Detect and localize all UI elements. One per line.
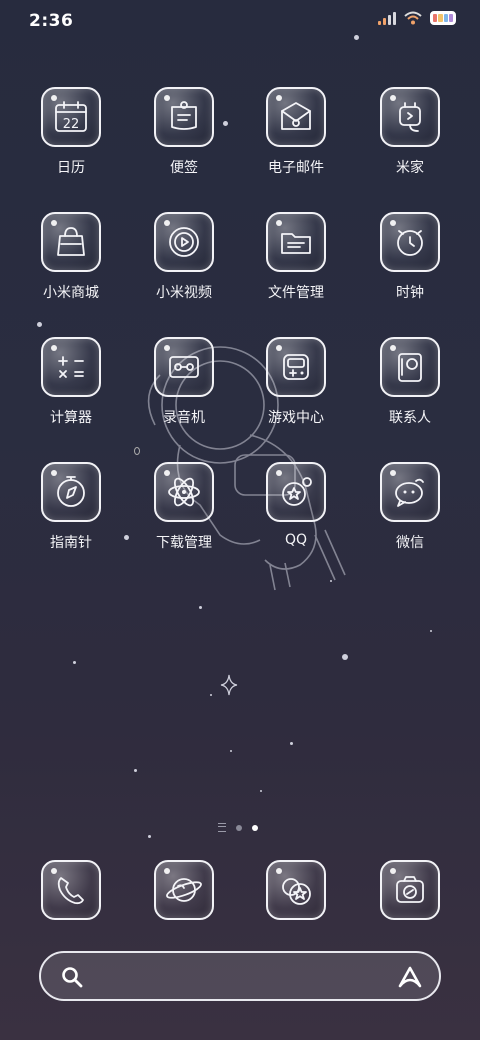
app-atom[interactable]: 下载管理 — [134, 462, 234, 562]
voice-assistant-icon[interactable] — [397, 965, 423, 989]
app-label: 小米视频 — [156, 285, 212, 301]
app-email[interactable]: 电子邮件 — [246, 87, 346, 187]
page-indicator[interactable] — [218, 823, 258, 832]
qq-icon — [266, 462, 326, 522]
app-qq[interactable]: QQ — [246, 462, 346, 562]
app-chat-bubbles[interactable]: 微信 — [360, 462, 460, 562]
app-label: 日历 — [57, 160, 85, 176]
page-indicator-feed — [218, 823, 226, 832]
app-alarm-clock[interactable]: 时钟 — [360, 212, 460, 312]
planet-browser-icon — [154, 860, 214, 920]
battery-icon — [430, 11, 456, 25]
app-label: 录音机 — [163, 410, 205, 426]
app-label: 时钟 — [396, 285, 424, 301]
app-cassette[interactable]: 录音机 — [134, 337, 234, 437]
app-label: 游戏中心 — [268, 410, 324, 426]
app-label: 微信 — [396, 535, 424, 551]
dock-app-messages[interactable] — [246, 860, 346, 960]
notes-icon — [154, 87, 214, 147]
app-folder[interactable]: 文件管理 — [246, 212, 346, 312]
app-label: 电子邮件 — [268, 160, 324, 176]
app-gamepad[interactable]: 游戏中心 — [246, 337, 346, 437]
status-time: 2:36 — [29, 11, 74, 31]
status-bar: 2:36 — [0, 0, 480, 42]
app-label: 米家 — [396, 160, 424, 176]
compass-icon — [41, 462, 101, 522]
cassette-icon — [154, 337, 214, 397]
chat-bubbles-icon — [380, 462, 440, 522]
app-label: QQ — [284, 532, 308, 548]
messages-icon — [266, 860, 326, 920]
app-label: 指南针 — [50, 535, 92, 551]
signal-icon — [378, 11, 396, 25]
contacts-book-icon — [380, 337, 440, 397]
app-notes[interactable]: 便签 — [134, 87, 234, 187]
folder-icon — [266, 212, 326, 272]
alarm-clock-icon — [380, 212, 440, 272]
phone-icon — [41, 860, 101, 920]
page-indicator-dot-2 — [252, 824, 258, 831]
app-calculator[interactable]: 计算器 — [21, 337, 121, 437]
wifi-icon — [404, 11, 422, 25]
app-smart-plug[interactable]: 米家 — [360, 87, 460, 187]
calculator-icon — [41, 337, 101, 397]
dock-app-phone[interactable] — [21, 860, 121, 960]
email-icon — [266, 87, 326, 147]
shopping-bag-icon — [41, 212, 101, 272]
app-label: 计算器 — [50, 410, 92, 426]
search-icon — [62, 967, 83, 988]
app-compass[interactable]: 指南针 — [21, 462, 121, 562]
dock-app-camera[interactable] — [360, 860, 460, 960]
app-label: 便签 — [170, 160, 198, 176]
page-indicator-dot-1 — [236, 824, 242, 831]
video-play-icon — [154, 212, 214, 272]
app-shopping-bag[interactable]: 小米商城 — [21, 212, 121, 312]
search-input[interactable] — [97, 963, 401, 991]
app-video-play[interactable]: 小米视频 — [134, 212, 234, 312]
camera-icon — [380, 860, 440, 920]
app-label: 小米商城 — [43, 285, 99, 301]
smart-plug-icon — [380, 87, 440, 147]
gamepad-icon — [266, 337, 326, 397]
app-contacts-book[interactable]: 联系人 — [360, 337, 460, 437]
dock-app-planet-browser[interactable] — [134, 860, 234, 960]
search-bar[interactable] — [39, 951, 441, 1001]
atom-icon — [154, 462, 214, 522]
app-label: 下载管理 — [156, 535, 212, 551]
app-label: 文件管理 — [268, 285, 324, 301]
app-calendar[interactable]: 22 日历 — [21, 87, 121, 187]
status-icons — [378, 11, 456, 25]
calendar-day: 22 — [63, 117, 80, 132]
calendar-icon: 22 — [41, 87, 101, 147]
app-label: 联系人 — [389, 410, 431, 426]
